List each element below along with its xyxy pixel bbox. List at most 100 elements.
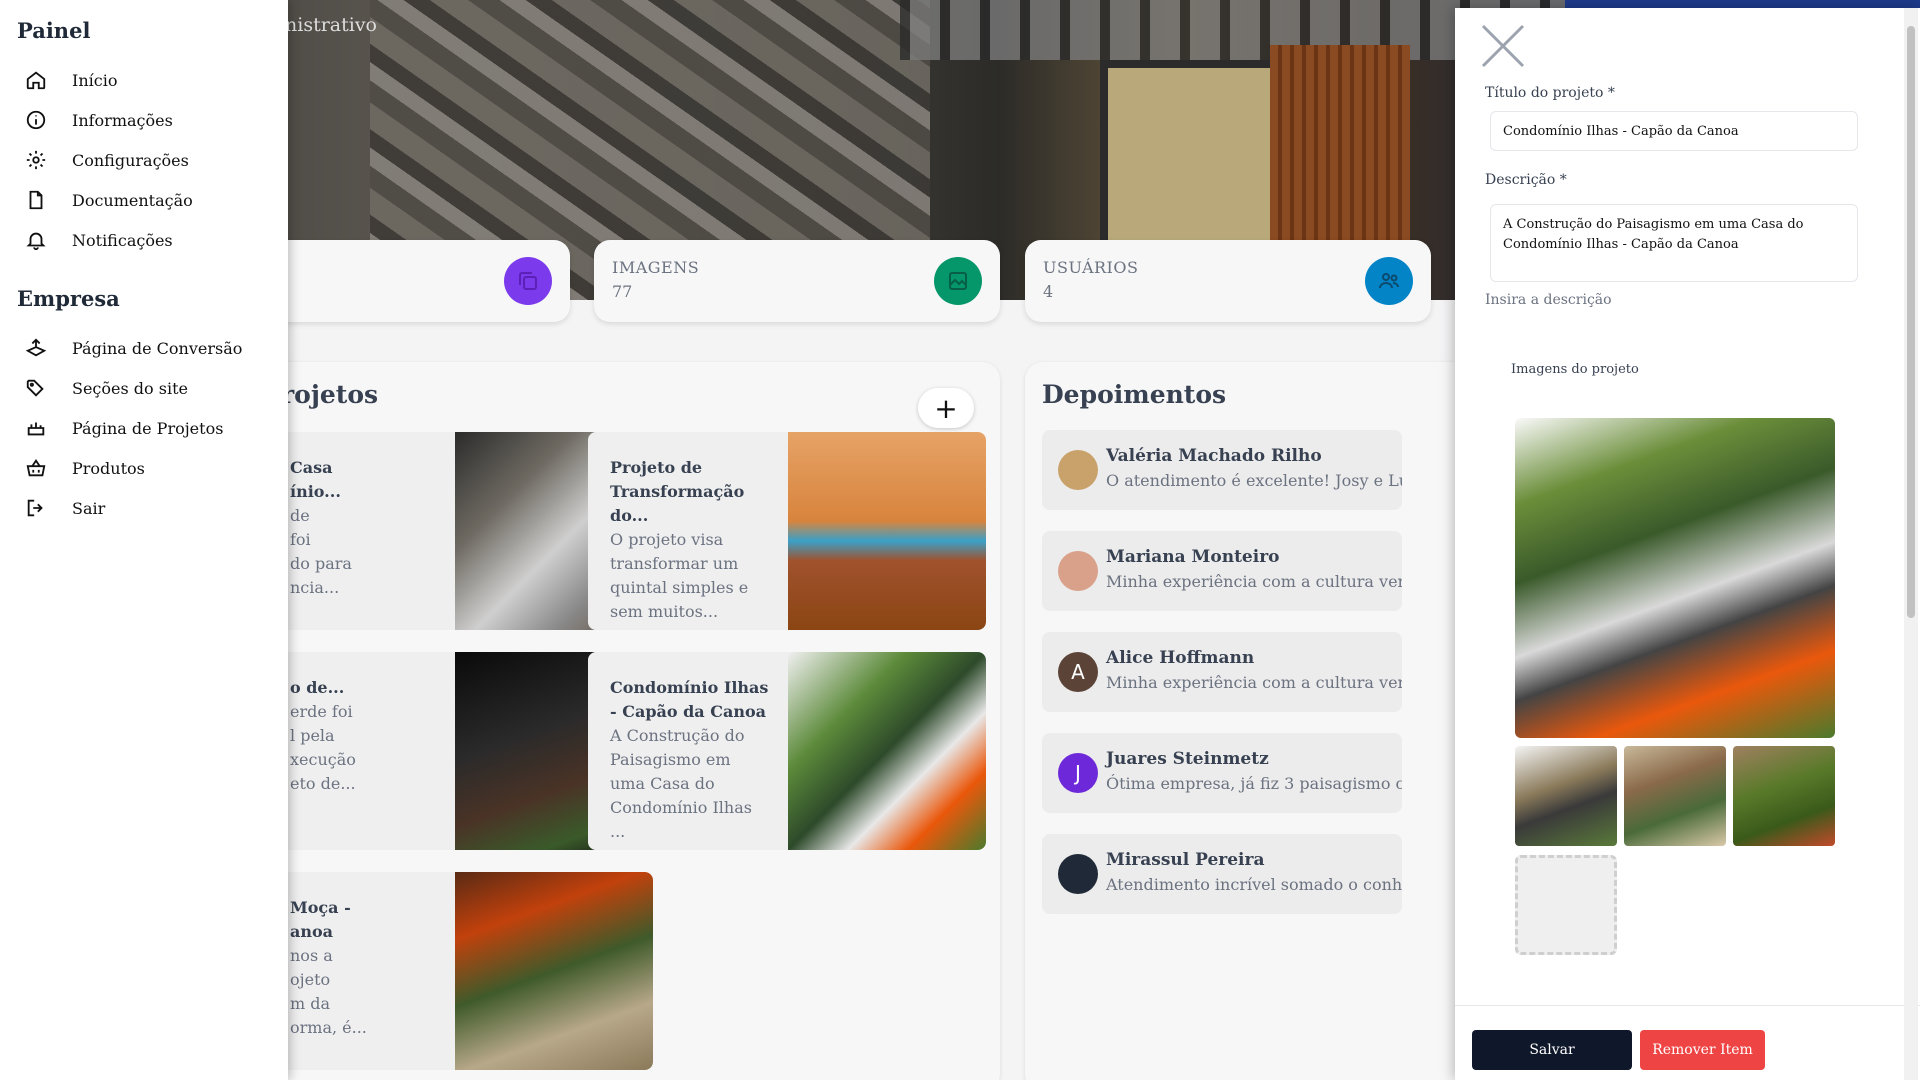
page-scrollbar[interactable]	[1904, 8, 1918, 1080]
projects-title: rojetos	[281, 380, 379, 409]
save-button[interactable]: Salvar	[1472, 1030, 1632, 1070]
tags-icon	[24, 376, 48, 400]
stat-value: 4	[1043, 282, 1054, 301]
sidebar-item-produtos[interactable]: Produtos	[24, 450, 274, 486]
sidebar-item-notificacoes[interactable]: Notificações	[24, 222, 274, 258]
gear-icon	[24, 148, 48, 172]
sidebar-item-label: Página de Conversão	[72, 338, 243, 358]
description-hint: Insira a descrição	[1485, 292, 1612, 308]
avatar	[1058, 854, 1098, 894]
testimonial-text: O atendimento é excelente! Josy e Luiz s…	[1106, 471, 1402, 490]
sidebar-item-pagina-projetos[interactable]: Página de Projetos	[24, 410, 274, 446]
project-title: Casa ínio...	[290, 458, 341, 501]
testimonial-card[interactable]: A Alice Hoffmann Minha experiência com a…	[1042, 632, 1402, 712]
testimonial-name: Valéria Machado Rilho	[1106, 446, 1322, 466]
sidebar-item-label: Página de Projetos	[72, 418, 224, 438]
testimonial-text: Minha experiência com a cultura verde é …	[1106, 673, 1402, 692]
project-image	[788, 652, 986, 850]
main-project-image[interactable]	[1515, 418, 1835, 738]
document-icon	[24, 188, 48, 212]
remove-item-button[interactable]: Remover Item	[1640, 1030, 1765, 1070]
stat-label: USUÁRIOS	[1043, 258, 1139, 277]
testimonial-card[interactable]: Valéria Machado Rilho O atendimento é ex…	[1042, 430, 1402, 510]
copy-icon	[504, 257, 552, 305]
images-label: Imagens do projeto	[1511, 362, 1639, 377]
project-title: o de...	[290, 678, 345, 697]
projects-icon	[24, 416, 48, 440]
project-title: Moça - anoa	[290, 898, 351, 941]
sidebar-item-configuracoes[interactable]: Configurações	[24, 142, 274, 178]
sidebar-item-pagina-conversao[interactable]: Página de Conversão	[24, 330, 274, 366]
project-image	[788, 432, 986, 630]
users-icon	[1365, 257, 1413, 305]
projects-panel: rojetos + Casa ínio... de foi do para nc…	[255, 362, 1000, 1080]
close-icon[interactable]	[1481, 24, 1525, 68]
info-icon	[24, 108, 48, 132]
sidebar-item-label: Documentação	[72, 190, 193, 210]
project-card[interactable]: Condomínio Ilhas - Capão da Canoa A Cons…	[588, 652, 986, 850]
project-image	[455, 872, 653, 1070]
sidebar-item-label: Informações	[72, 110, 173, 130]
project-title: Condomínio Ilhas - Capão da Canoa	[610, 678, 769, 721]
testimonial-name: Mirassul Pereira	[1106, 850, 1265, 870]
sidebar-item-informacoes[interactable]: Informações	[24, 102, 274, 138]
sidebar-item-label: Configurações	[72, 150, 189, 170]
thumbnail-image[interactable]	[1515, 746, 1617, 846]
stat-card-projects	[255, 240, 570, 322]
sidebar-item-label: Sair	[72, 498, 106, 518]
image-upload-dropzone[interactable]	[1515, 855, 1617, 955]
add-project-button[interactable]: +	[918, 388, 974, 428]
description-label: Descrição *	[1485, 172, 1567, 188]
testimonial-name: Mariana Monteiro	[1106, 547, 1280, 567]
hero-subtitle: nistrativo	[285, 14, 377, 36]
sidebar-item-sair[interactable]: Sair	[24, 490, 274, 526]
sidebar-section-title: Painel	[17, 18, 91, 43]
top-accent-bar	[1565, 0, 1920, 8]
bell-icon	[24, 228, 48, 252]
sidebar: Painel Início Informações Configurações …	[0, 0, 288, 1080]
thumbnail-image[interactable]	[1733, 746, 1835, 846]
project-desc: O projeto visa transformar um quintal si…	[610, 530, 749, 621]
basket-icon	[24, 456, 48, 480]
testimonial-text: Minha experiência com a cultura verde é …	[1106, 572, 1402, 591]
project-card[interactable]: Projeto de Transformação do... O projeto…	[588, 432, 986, 630]
project-desc: erde foi l pela xecução eto de...	[290, 702, 356, 793]
stat-value: 77	[612, 282, 633, 301]
testimonial-card[interactable]: J Juares Steinmetz Ótima empresa, já fiz…	[1042, 733, 1402, 813]
title-input[interactable]: Condomínio Ilhas - Capão da Canoa	[1490, 111, 1858, 151]
avatar: A	[1058, 652, 1098, 692]
sidebar-item-label: Seções do site	[72, 378, 188, 398]
conversion-icon	[24, 336, 48, 360]
title-label: Título do projeto *	[1485, 85, 1615, 101]
avatar	[1058, 450, 1098, 490]
stat-card-users: USUÁRIOS 4	[1025, 240, 1431, 322]
testimonial-card[interactable]: Mirassul Pereira Atendimento incrível so…	[1042, 834, 1402, 914]
testimonials-title: Depoimentos	[1042, 380, 1227, 409]
project-desc: nos a ojeto m da orma, é...	[290, 946, 367, 1037]
thumbnail-image[interactable]	[1624, 746, 1726, 846]
testimonial-card[interactable]: Mariana Monteiro Minha experiência com a…	[1042, 531, 1402, 611]
logout-icon	[24, 496, 48, 520]
project-desc: de foi do para ncia...	[290, 506, 352, 597]
project-card[interactable]: Moça - anoa nos a ojeto m da orma, é...	[255, 872, 653, 1070]
project-desc: A Construção do Paisagismo em uma Casa d…	[610, 726, 752, 841]
scrollbar-thumb[interactable]	[1907, 26, 1915, 618]
image-icon	[934, 257, 982, 305]
stat-label: IMAGENS	[612, 258, 700, 277]
testimonial-name: Alice Hoffmann	[1106, 648, 1255, 668]
description-textarea[interactable]: A Construção do Paisagismo em uma Casa d…	[1490, 204, 1858, 282]
sidebar-item-secoes-site[interactable]: Seções do site	[24, 370, 274, 406]
home-icon	[24, 68, 48, 92]
project-title: Projeto de Transformação do...	[610, 458, 745, 525]
sidebar-item-label: Início	[72, 70, 118, 90]
sidebar-item-documentacao[interactable]: Documentação	[24, 182, 274, 218]
stat-card-images: IMAGENS 77	[594, 240, 1000, 322]
drawer-footer: Salvar Remover Item	[1455, 1005, 1920, 1080]
sidebar-item-label: Produtos	[72, 458, 145, 478]
testimonial-text: Ótima empresa, já fiz 3 paisagismo com e…	[1106, 774, 1402, 793]
testimonial-text: Atendimento incrível somado o conhecimen…	[1106, 875, 1402, 894]
avatar	[1058, 551, 1098, 591]
avatar: J	[1058, 753, 1098, 793]
sidebar-section-title: Empresa	[17, 286, 120, 311]
sidebar-item-inicio[interactable]: Início	[24, 62, 274, 98]
